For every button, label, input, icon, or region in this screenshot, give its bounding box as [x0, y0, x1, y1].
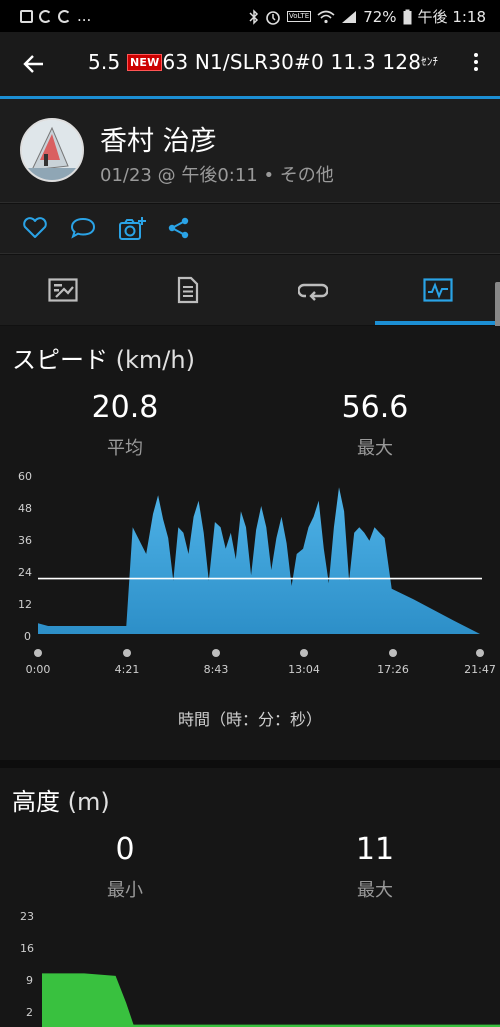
camera-add-icon	[119, 217, 146, 240]
social-actions	[0, 204, 500, 254]
x-axis-dot	[476, 649, 484, 657]
user-name[interactable]: 香村 治彦	[100, 119, 217, 158]
section-divider	[0, 760, 500, 768]
status-bar: ... VoLTE 72% 午後 1:18	[0, 0, 500, 32]
overview-icon	[47, 278, 78, 302]
activity-tabs	[0, 255, 500, 325]
activity-title: 5.5 NEW 63 N1/SLR30#0 11.3 128ｾﾝﾁ	[88, 50, 438, 74]
speed-average-value: 20.8	[91, 390, 159, 425]
details-icon	[177, 276, 198, 304]
altitude-chart[interactable]	[0, 907, 500, 1027]
speed-chart[interactable]	[0, 466, 500, 636]
battery-percent: 72%	[363, 7, 397, 26]
heart-icon	[23, 217, 47, 238]
speed-area-series	[38, 487, 480, 634]
speed-x-tick: 8:43	[203, 663, 229, 676]
laps-icon	[297, 283, 328, 301]
avatar[interactable]	[20, 118, 84, 182]
tab-charts[interactable]	[375, 255, 500, 325]
speed-average-label: 平均	[107, 438, 143, 459]
share-icon	[168, 217, 189, 239]
speed-max-value: 56.6	[341, 390, 409, 425]
speed-x-tick: 21:47	[464, 663, 496, 676]
more-notifications: ...	[77, 7, 92, 25]
app-bar: 5.5 NEW 63 N1/SLR30#0 11.3 128ｾﾝﾁ	[0, 32, 500, 96]
charts-icon	[422, 278, 453, 302]
add-photo-button[interactable]	[118, 216, 146, 242]
sync-icon	[58, 9, 71, 23]
speed-x-tick: 13:04	[288, 663, 320, 676]
activity-header: 香村 治彦 01/23 @ 午後0:11 • その他	[0, 99, 500, 203]
altitude-title: 高度 (m)	[12, 782, 110, 817]
new-badge: NEW	[126, 54, 163, 71]
selected-tab-indicator	[375, 321, 500, 325]
title-unit: ｾﾝﾁ	[421, 55, 439, 68]
title-part-2: 63 N1/SLR30#0 11.3 128	[162, 50, 422, 74]
battery-icon	[403, 9, 412, 24]
title-part-1: 5.5	[88, 50, 127, 74]
speed-title-text: スピード	[12, 346, 108, 374]
speed-x-tick: 0:00	[25, 663, 51, 676]
speed-max-label: 最大	[357, 438, 393, 459]
status-left-icons: ...	[20, 7, 91, 25]
image-icon	[20, 9, 33, 23]
activity-date-type: 01/23 @ 午後0:11 • その他	[100, 165, 334, 186]
x-axis-dot	[212, 649, 220, 657]
altitude-max-value: 11	[355, 832, 395, 867]
x-axis-dot	[34, 649, 42, 657]
alarm-icon	[266, 10, 280, 25]
status-right-icons: VoLTE 72% 午後 1:18	[249, 6, 486, 27]
share-button[interactable]	[166, 216, 194, 242]
overflow-menu-button[interactable]	[466, 50, 486, 80]
like-button[interactable]	[22, 216, 50, 242]
altitude-title-text: 高度	[12, 788, 60, 816]
bluetooth-icon	[249, 8, 259, 25]
x-axis-dot	[123, 649, 131, 657]
speed-title: スピード (km/h)	[12, 340, 195, 375]
x-axis-dot	[300, 649, 308, 657]
sync-icon	[39, 9, 52, 23]
speed-unit: (km/h)	[115, 346, 195, 374]
altitude-min-label: 最小	[107, 880, 143, 901]
signal-icon	[342, 10, 357, 23]
wifi-icon	[317, 10, 335, 23]
tab-details[interactable]	[125, 255, 250, 325]
altitude-unit: (m)	[67, 788, 110, 816]
back-button[interactable]	[16, 48, 52, 80]
tab-overview[interactable]	[0, 255, 125, 325]
tab-laps[interactable]	[250, 255, 375, 325]
speed-x-tick: 17:26	[377, 663, 409, 676]
speed-x-axis-caption: 時間（時：分：秒）	[177, 710, 322, 729]
windsurf-photo	[22, 120, 82, 180]
back-arrow-icon	[23, 55, 43, 73]
clock: 午後 1:18	[417, 8, 486, 26]
comment-icon	[70, 217, 96, 239]
speed-x-tick: 4:21	[114, 663, 140, 676]
speed-section: スピード (km/h) 20.8 平均 56.6 最大 60 48 36 24 …	[0, 326, 500, 760]
altitude-max-label: 最大	[357, 880, 393, 901]
altitude-area-series	[42, 973, 500, 1027]
x-axis-dot	[389, 649, 397, 657]
comment-button[interactable]	[70, 216, 98, 242]
altitude-min-value: 0	[115, 832, 135, 867]
altitude-section: 高度 (m) 0 最小 11 最大 23 16 9 2	[0, 768, 500, 1027]
volte-icon: VoLTE	[287, 11, 312, 22]
